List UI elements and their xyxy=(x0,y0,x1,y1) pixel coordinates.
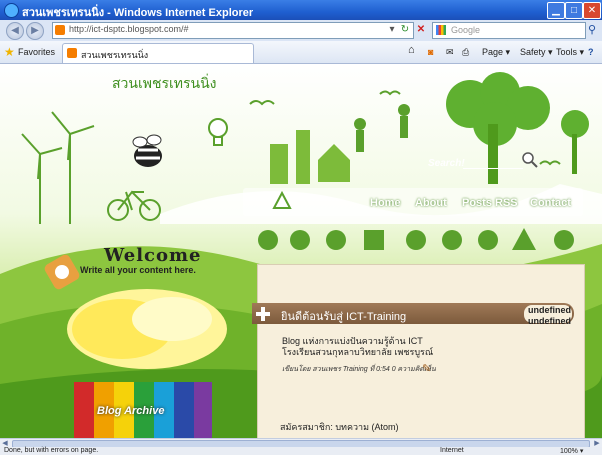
browser-tab[interactable]: สวนเพชรเทรนนิ่ง xyxy=(62,43,254,63)
recycle-icon xyxy=(272,191,292,209)
stop-icon[interactable]: ✕ xyxy=(414,23,428,37)
forward-button[interactable]: ▶ xyxy=(26,22,44,40)
home-icon[interactable]: ⌂ xyxy=(408,44,415,56)
post-body: Blog แห่งการแบ่งปันความรู้ด้าน ICT โรงเร… xyxy=(282,336,433,358)
page-menu[interactable]: Page ▾ xyxy=(482,47,510,58)
search-icon[interactable]: ⚲ xyxy=(588,23,600,36)
tab-title: สวนเพชรเทรนนิ่ง xyxy=(81,50,149,60)
help-icon[interactable]: ? xyxy=(588,47,594,57)
post-cross-icon xyxy=(256,307,270,321)
tools-menu[interactable]: Tools ▾ xyxy=(556,47,584,58)
mail-icon[interactable]: ✉ xyxy=(446,47,454,58)
welcome-heading: Welcome xyxy=(104,245,202,266)
maximize-button[interactable]: □ xyxy=(565,2,583,19)
close-button[interactable]: ✕ xyxy=(583,2,601,19)
nav-contact[interactable]: Contact xyxy=(530,197,571,209)
yellow-splash-decoration xyxy=(67,289,227,369)
post-title[interactable]: ยินดีต้อนรับสู่ ICT-Training xyxy=(281,307,406,325)
back-button[interactable]: ◀ xyxy=(6,22,24,40)
blogger-favicon-icon xyxy=(55,25,65,35)
post-meta: เขียนโดย สวนเพชร Training ที่ 0:54 0 ควา… xyxy=(282,366,436,373)
nav-posts-rss[interactable]: Posts RSS xyxy=(462,197,518,209)
refresh-icon[interactable]: ↻ xyxy=(398,23,412,37)
blogger-tab-icon xyxy=(67,48,77,58)
atom-feed-link[interactable]: สมัครสมาชิก: บทความ (Atom) xyxy=(280,420,399,434)
status-bar: Done, but with errors on page. Internet … xyxy=(0,447,602,455)
blog-page: สวนเพชรเทรนนิ่ง Search! Home About Posts… xyxy=(0,64,602,438)
favorites-button[interactable]: Favorites xyxy=(18,47,55,57)
welcome-subtitle: Write all your content here. xyxy=(80,265,196,275)
blog-search-input[interactable] xyxy=(463,157,523,169)
eco-icons-row xyxy=(258,228,574,250)
window-title: สวนเพชรเทรนนิ่ง - Windows Internet Explo… xyxy=(22,7,254,19)
favorites-star-icon[interactable]: ★ xyxy=(4,45,15,59)
favorites-bar: ★ Favorites สวนเพชรเทรนนิ่ง ⌂ ◙ ✉ ⎙ Page… xyxy=(0,41,602,64)
status-message[interactable]: Done, but with errors on page. xyxy=(4,447,98,454)
safety-menu[interactable]: Safety ▾ xyxy=(520,47,553,58)
blog-title[interactable]: สวนเพชรเทรนนิ่ง xyxy=(112,73,217,95)
address-field[interactable]: http://ict-dsptc.blogspot.com/# xyxy=(52,22,414,39)
internet-explorer-icon xyxy=(4,3,19,18)
nav-about[interactable]: About xyxy=(415,197,447,209)
search-box[interactable]: Google xyxy=(432,22,586,39)
post-body-line-2: โรงเรียนสวนกุหลาบวิทยาลัย เพชรบูรณ์ xyxy=(282,347,434,357)
feeds-icon[interactable]: ◙ xyxy=(428,47,433,57)
address-dropdown-icon[interactable]: ▾ xyxy=(385,23,399,37)
window-title-bar: สวนเพชรเทรนนิ่ง - Windows Internet Explo… xyxy=(0,0,602,20)
blog-search-label: Search! xyxy=(428,158,465,169)
google-icon xyxy=(436,25,446,35)
blog-archive-heading: Blog Archive xyxy=(97,405,165,417)
magnifier-icon[interactable] xyxy=(522,152,538,168)
minimize-button[interactable]: ▁ xyxy=(547,2,565,19)
post-side-text: undefined undefined xyxy=(528,305,571,326)
post-body-line-1: Blog แห่งการแบ่งปันความรู้ด้าน ICT xyxy=(282,336,423,346)
address-toolbar: ◀ ▶ http://ict-dsptc.blogspot.com/# ▾ ↻ … xyxy=(0,20,602,42)
edit-pencil-icon[interactable]: ✎ xyxy=(422,362,431,375)
zoom-level[interactable]: 100% ▾ xyxy=(560,447,583,455)
nav-home[interactable]: Home xyxy=(370,197,401,209)
address-url: http://ict-dsptc.blogspot.com/# xyxy=(69,24,189,34)
print-icon[interactable]: ⎙ xyxy=(462,47,469,58)
search-placeholder: Google xyxy=(451,25,481,35)
zone-label: Internet xyxy=(440,447,464,454)
